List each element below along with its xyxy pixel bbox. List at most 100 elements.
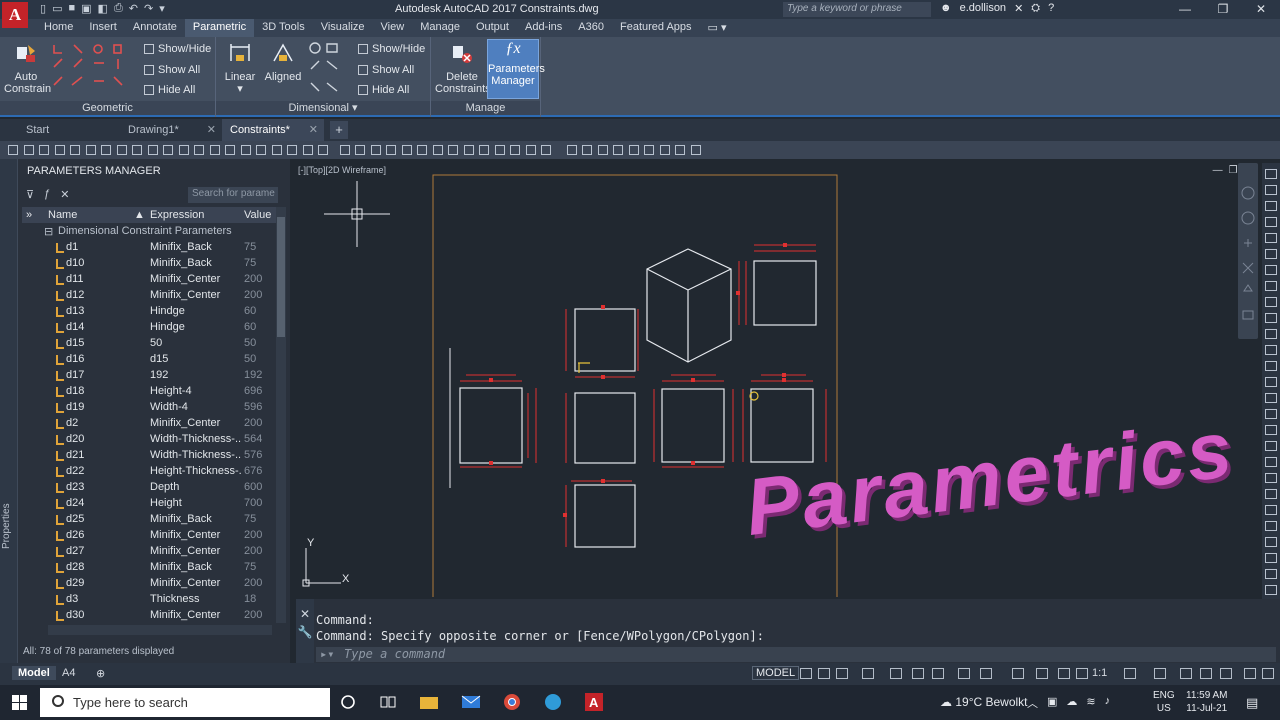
- table-row[interactable]: d16 d15 50: [22, 352, 278, 368]
- delete-constraints-button[interactable]: Delete Constraints: [435, 41, 491, 95]
- toolstrip-tool-icon[interactable]: [302, 145, 313, 155]
- navigation-bar[interactable]: [1238, 163, 1258, 339]
- param-expression[interactable]: Minifix_Back: [150, 513, 242, 525]
- toolstrip-tool-icon[interactable]: [510, 145, 520, 155]
- task-view-icon[interactable]: [378, 693, 398, 711]
- ribbon-tab-visualize[interactable]: Visualize: [313, 19, 373, 37]
- param-expression[interactable]: Minifix_Back: [150, 241, 242, 253]
- param-name[interactable]: d13: [66, 305, 84, 317]
- linear-button[interactable]: Linear ▾: [222, 41, 258, 95]
- param-expression[interactable]: Height-Thickness-...: [150, 465, 242, 477]
- close-icon[interactable]: ✕: [1242, 0, 1280, 19]
- toolstrip-tool-icon[interactable]: [256, 145, 266, 155]
- autocad-taskbar-icon[interactable]: A: [584, 693, 604, 711]
- param-expression[interactable]: Thickness: [150, 593, 242, 605]
- param-expression[interactable]: Width-Thickness-...: [150, 433, 242, 445]
- toolstrip-tool-icon[interactable]: [401, 145, 412, 155]
- toolstrip-tool-icon[interactable]: [132, 145, 142, 155]
- toolstrip-tool-icon[interactable]: [194, 145, 204, 155]
- scroll-thumb[interactable]: [277, 217, 285, 337]
- table-row[interactable]: d10 Minifix_Back 75: [22, 256, 278, 272]
- status-toggle-icon[interactable]: [958, 668, 970, 679]
- geometric-panel-title[interactable]: Geometric: [0, 101, 215, 115]
- palette-tool-icon[interactable]: [1265, 585, 1277, 595]
- dimensional-hide-all-button[interactable]: Hide All: [358, 84, 409, 96]
- table-row[interactable]: d3 Thickness 18: [22, 592, 278, 608]
- ribbon-tab-a360[interactable]: A360: [570, 19, 612, 37]
- command-customize-icon[interactable]: 🔧: [296, 625, 314, 639]
- toolstrip-tool-icon[interactable]: [463, 145, 474, 155]
- status-toggle-icon[interactable]: [1200, 668, 1212, 679]
- param-expression[interactable]: Hindge: [150, 305, 242, 317]
- save-as-icon[interactable]: ▣: [81, 2, 91, 15]
- table-row[interactable]: d24 Height 700: [22, 496, 278, 512]
- annotation-scale[interactable]: 1:1: [1086, 666, 1113, 680]
- toolstrip-tool-icon[interactable]: [116, 145, 127, 155]
- ribbon-tab-parametric[interactable]: Parametric: [184, 19, 255, 37]
- palette-tool-icon[interactable]: [1265, 569, 1277, 579]
- ribbon-tab-3d-tools[interactable]: 3D Tools: [254, 19, 313, 37]
- toolstrip-tool-icon[interactable]: [339, 145, 350, 155]
- palette-tool-icon[interactable]: [1265, 201, 1277, 211]
- param-expression[interactable]: Hindge: [150, 321, 242, 333]
- file-explorer-icon[interactable]: [419, 693, 439, 711]
- table-row[interactable]: d25 Minifix_Back 75: [22, 512, 278, 528]
- geometric-show-hide-button[interactable]: Show/Hide: [144, 43, 211, 55]
- palette-tool-icon[interactable]: [1265, 265, 1277, 275]
- close-tab-icon[interactable]: ✕: [207, 123, 216, 136]
- palette-tool-icon[interactable]: [1265, 361, 1277, 371]
- toolstrip-tool-icon[interactable]: [287, 145, 297, 155]
- status-toggle-icon[interactable]: [1076, 668, 1088, 679]
- param-name[interactable]: d19: [66, 401, 84, 413]
- collapse-icon[interactable]: ⊟: [44, 225, 53, 238]
- parameters-manager-button[interactable]: ƒx Parameters Manager: [487, 39, 545, 99]
- cortana-icon[interactable]: [338, 693, 358, 711]
- param-name[interactable]: d17: [66, 369, 84, 381]
- palette-tool-icon[interactable]: [1265, 169, 1277, 179]
- toolstrip-tool-icon[interactable]: [318, 145, 328, 155]
- status-toggle-icon[interactable]: [890, 668, 902, 679]
- taskbar-search-input[interactable]: Type here to search: [40, 688, 330, 717]
- dimensional-panel-title[interactable]: Dimensional ▾: [216, 101, 430, 115]
- toolstrip-tool-icon[interactable]: [386, 145, 396, 155]
- table-row[interactable]: d27 Minifix_Center 200: [22, 544, 278, 560]
- col-name-header[interactable]: Name: [48, 209, 77, 221]
- qat-dropdown-icon[interactable]: ▾: [159, 2, 165, 15]
- param-expression[interactable]: Minifix_Center: [150, 273, 242, 285]
- a360-icon[interactable]: ⛭: [1031, 2, 1040, 15]
- param-name[interactable]: d26: [66, 529, 84, 541]
- parameter-search-input[interactable]: Search for parame: [188, 187, 278, 203]
- tray-chevron-icon[interactable]: ︿: [1027, 695, 1038, 711]
- save-icon[interactable]: ■: [68, 2, 75, 15]
- table-row[interactable]: d18 Height-4 696: [22, 384, 278, 400]
- param-expression[interactable]: Minifix_Back: [150, 561, 242, 573]
- palette-tool-icon[interactable]: [1265, 521, 1277, 531]
- user-name[interactable]: e.dollison: [960, 2, 1006, 15]
- toolstrip-tool-icon[interactable]: [448, 145, 458, 155]
- toolstrip-tool-icon[interactable]: [54, 145, 65, 155]
- palette-tool-icon[interactable]: [1265, 233, 1277, 243]
- user-icon[interactable]: ☻: [940, 2, 952, 15]
- ribbon-tab-annotate[interactable]: Annotate: [125, 19, 185, 37]
- linear-dropdown-icon[interactable]: ▾: [222, 83, 258, 95]
- tray-network-icon[interactable]: ≋: [1086, 695, 1095, 711]
- toolstrip-tool-icon[interactable]: [432, 145, 443, 155]
- toolstrip-tool-icon[interactable]: [675, 145, 685, 155]
- weather-widget[interactable]: ☁ 19°C Bewolkt: [940, 695, 1028, 709]
- ribbon-tab-manage[interactable]: Manage: [412, 19, 468, 37]
- table-row[interactable]: d14 Hindge 60: [22, 320, 278, 336]
- table-row[interactable]: d28 Minifix_Back 75: [22, 560, 278, 576]
- palette-side-strip[interactable]: Properties: [0, 159, 18, 663]
- palette-tool-icon[interactable]: [1265, 281, 1277, 291]
- status-toggle-icon[interactable]: [932, 668, 944, 679]
- status-toggle-icon[interactable]: [1262, 668, 1274, 679]
- undo-icon[interactable]: ↶: [129, 2, 138, 15]
- table-row[interactable]: d2 Minifix_Center 200: [22, 416, 278, 432]
- exchange-icon[interactable]: ✕: [1014, 2, 1023, 15]
- status-toggle-icon[interactable]: [1036, 668, 1048, 679]
- palette-tool-icon[interactable]: [1265, 393, 1277, 403]
- param-name[interactable]: d20: [66, 433, 84, 445]
- param-expression[interactable]: Depth: [150, 481, 242, 493]
- command-line-handle[interactable]: ✕ 🔧: [296, 599, 314, 663]
- param-name[interactable]: d10: [66, 257, 84, 269]
